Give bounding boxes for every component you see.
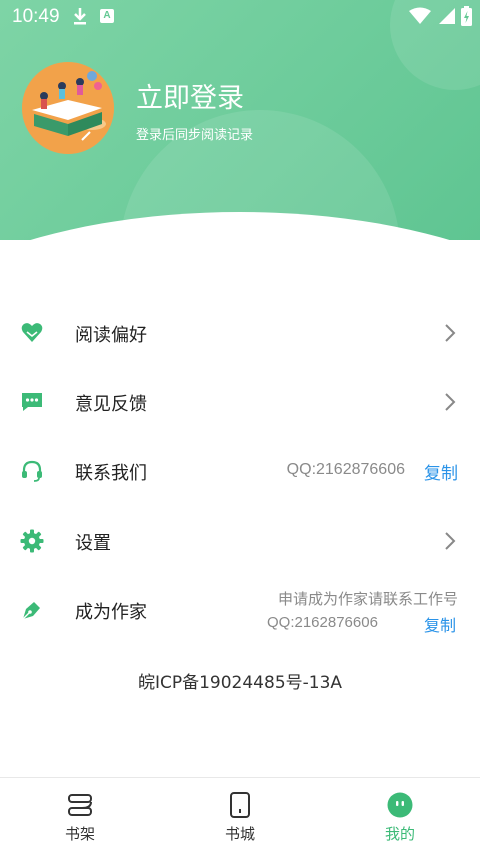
status-bar: 10:49 A <box>0 0 480 34</box>
bottom-tab-bar: 书架 书城 我的 <box>0 777 480 854</box>
contact-qq: QQ:2162876606 <box>286 461 405 478</box>
menu-label: 意见反馈 <box>75 394 147 415</box>
copy-author-qq-button[interactable]: 复制 <box>424 612 456 636</box>
bookshelf-icon <box>68 794 92 816</box>
chevron-right-icon <box>445 324 456 342</box>
menu-item-settings[interactable]: 设置 <box>0 511 480 571</box>
menu-label: 联系我们 <box>75 463 147 484</box>
status-time: 10:49 <box>12 6 60 27</box>
profile-icon <box>387 792 413 818</box>
tab-label: 书城 <box>224 825 255 843</box>
gear-icon <box>20 529 44 553</box>
author-qq: QQ:2162876606 <box>267 614 378 631</box>
pen-icon <box>22 602 40 620</box>
wifi-icon <box>409 7 431 24</box>
menu-item-become-author: 成为作家 申请成为作家请联系工作号 QQ:2162876606 复制 <box>0 580 480 640</box>
tab-bookshelf[interactable]: 书架 <box>0 778 160 854</box>
chat-bubble-icon <box>22 393 42 411</box>
copy-qq-button[interactable]: 复制 <box>424 459 458 484</box>
tab-bookstore[interactable]: 书城 <box>160 778 320 854</box>
login-subtitle: 登录后同步阅读记录 <box>136 128 254 143</box>
menu-item-reading-prefs[interactable]: 阅读偏好 <box>0 303 480 363</box>
tab-label: 我的 <box>384 825 415 843</box>
status-icons <box>409 6 472 26</box>
battery-icon <box>461 6 472 26</box>
reading-illustration-icon <box>22 62 114 154</box>
heart-icon <box>21 323 43 342</box>
author-note: 申请成为作家请联系工作号 <box>277 590 458 608</box>
tab-label: 书架 <box>64 825 95 843</box>
menu-item-contact: 联系我们 QQ:2162876606 复制 <box>0 441 480 501</box>
menu-label: 设置 <box>75 533 111 554</box>
login-title[interactable]: 立即登录 <box>136 76 244 115</box>
tab-profile[interactable]: 我的 <box>320 778 480 854</box>
signal-icon <box>439 8 455 24</box>
avatar[interactable] <box>22 62 114 154</box>
bookstore-icon <box>230 792 250 818</box>
headset-icon <box>22 460 42 482</box>
keyboard-a-icon: A <box>100 9 114 23</box>
menu-label: 阅读偏好 <box>75 325 147 346</box>
download-icon <box>74 8 86 25</box>
menu-label: 成为作家 <box>75 602 147 623</box>
icp-record: 皖ICP备19024485号-13A <box>137 673 343 693</box>
menu-item-feedback[interactable]: 意见反馈 <box>0 372 480 432</box>
header-curve <box>0 212 480 240</box>
chevron-right-icon <box>445 532 456 550</box>
chevron-right-icon <box>445 393 456 411</box>
